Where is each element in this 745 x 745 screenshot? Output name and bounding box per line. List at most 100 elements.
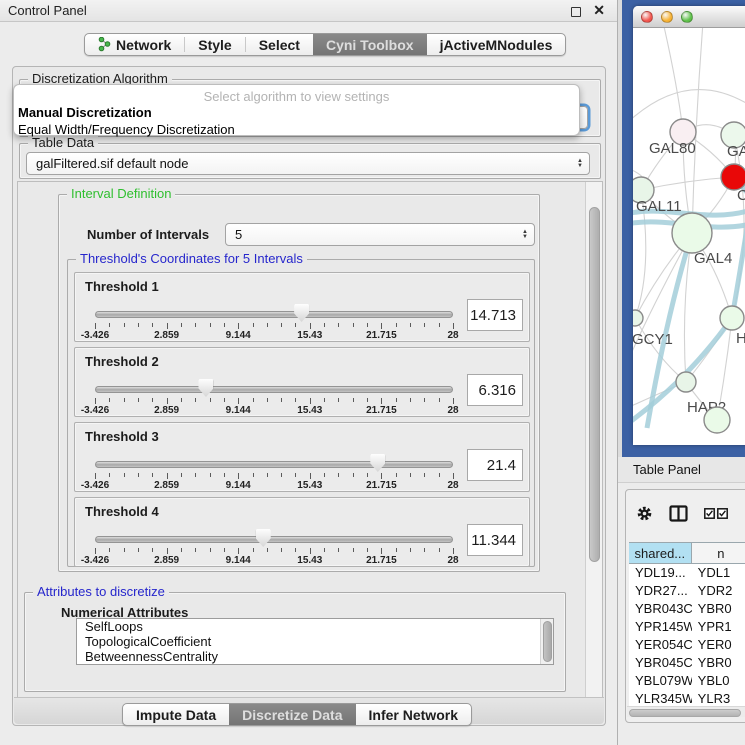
table-cell[interactable]: YDL19...: [629, 564, 692, 582]
slider-tick: [381, 473, 382, 479]
table-row[interactable]: YDR27...YDR2: [629, 582, 745, 600]
column-header[interactable]: n: [692, 543, 745, 563]
slider-track[interactable]: [95, 461, 453, 468]
slider-tick: [410, 548, 411, 552]
table-cell[interactable]: YLR345W: [629, 690, 692, 707]
threshold-value-field[interactable]: 14.713: [467, 299, 523, 331]
slider-thumb[interactable]: [294, 304, 309, 322]
table-cell[interactable]: YLR3: [692, 690, 745, 707]
table-cell[interactable]: YBR0: [692, 654, 745, 672]
slider-tick: [324, 323, 325, 327]
gear-icon[interactable]: [636, 505, 653, 522]
attribute-item[interactable]: TopologicalCoefficient: [77, 634, 553, 649]
table-horizontal-scrollbar[interactable]: [627, 706, 745, 717]
network-edge-thick[interactable]: [732, 228, 745, 318]
slider-tick: [253, 323, 254, 327]
table-cell[interactable]: YBL079W: [629, 672, 692, 690]
tab-cyni-toolbox[interactable]: Cyni Toolbox: [313, 34, 427, 55]
checkbox-icons[interactable]: [704, 508, 728, 519]
slider-tick: [152, 548, 153, 552]
threshold-value-field[interactable]: 21.4: [467, 449, 523, 481]
table-cell[interactable]: YBR0: [692, 600, 745, 618]
network-node[interactable]: [704, 407, 730, 433]
table-data-combobox[interactable]: galFiltered.sif default node ▲▼: [26, 152, 590, 175]
settings-vertical-scrollbar[interactable]: [585, 182, 602, 697]
network-edge[interactable]: [663, 28, 683, 132]
cyni-toolbox-panel: Discretization Algorithm ▲▼ Table Data g…: [12, 66, 606, 726]
tab-jactivemnodules[interactable]: jActiveMNodules: [427, 34, 566, 55]
tab-network[interactable]: Network: [85, 34, 184, 55]
tab-select[interactable]: Select: [246, 34, 313, 55]
table-row[interactable]: YBL079WYBL0: [629, 672, 745, 690]
tab-style[interactable]: Style: [185, 34, 244, 55]
slider-thumb[interactable]: [370, 454, 385, 472]
tab-discretize-data[interactable]: Discretize Data: [229, 704, 355, 725]
network-edge[interactable]: [641, 177, 734, 190]
tab-impute-data[interactable]: Impute Data: [123, 704, 229, 725]
network-node[interactable]: [676, 372, 696, 392]
close-icon[interactable]: ✕: [593, 2, 605, 19]
slider-tick-label: 21.715: [366, 480, 397, 491]
scrollbar-thumb[interactable]: [589, 207, 600, 562]
slider-track[interactable]: [95, 536, 453, 543]
network-desktop: GAL80GACGAL11GAL4GCY1HHAP2: [622, 0, 745, 457]
table-cell[interactable]: YER054C: [629, 636, 692, 654]
tab-infer-network[interactable]: Infer Network: [356, 704, 471, 725]
slider-tick: [181, 548, 182, 552]
slider-thumb[interactable]: [256, 529, 271, 547]
slider-tick: [367, 548, 368, 552]
attributes-list-scrollbar[interactable]: [540, 619, 553, 664]
checked-box-icon[interactable]: [704, 508, 715, 519]
tab-label: Infer Network: [369, 707, 458, 723]
table-cell[interactable]: YPR1: [692, 618, 745, 636]
numerical-attributes-list[interactable]: SelfLoopsTopologicalCoefficientBetweenne…: [76, 618, 554, 665]
table-row[interactable]: YDL19...YDL1: [629, 564, 745, 582]
slider-tick: [138, 473, 139, 477]
attribute-item[interactable]: BetweennessCentrality: [77, 649, 553, 664]
table-cell[interactable]: YDL1: [692, 564, 745, 582]
table-row[interactable]: YBR043CYBR0: [629, 600, 745, 618]
network-edge[interactable]: [633, 90, 745, 123]
slider-tick-label: -3.426: [81, 555, 109, 566]
algorithm-option[interactable]: Manual Discretization: [14, 104, 579, 121]
scrollbar-thumb[interactable]: [543, 621, 552, 662]
table-cell[interactable]: YBR045C: [629, 654, 692, 672]
table-cell[interactable]: YBR043C: [629, 600, 692, 618]
slider-tick: [224, 398, 225, 402]
network-node[interactable]: [672, 213, 712, 253]
network-canvas[interactable]: GAL80GACGAL11GAL4GCY1HHAP2: [633, 28, 745, 445]
slider-track[interactable]: [95, 311, 453, 318]
network-node[interactable]: [633, 310, 643, 326]
table-row[interactable]: YPR145WYPR1: [629, 618, 745, 636]
slider-tick: [324, 548, 325, 552]
threshold-value-field[interactable]: 11.344: [467, 524, 523, 556]
scrollbar-thumb[interactable]: [629, 709, 741, 717]
threshold-value-field[interactable]: 6.316: [467, 374, 523, 406]
split-panel-icon[interactable]: [669, 504, 688, 523]
slider-track[interactable]: [95, 386, 453, 393]
table-row[interactable]: YBR045CYBR0: [629, 654, 745, 672]
number-of-intervals-combobox[interactable]: 5 ▲▼: [225, 223, 535, 246]
table-cell[interactable]: YBL0: [692, 672, 745, 690]
zoom-traffic-light[interactable]: [681, 11, 693, 23]
table-cell[interactable]: YER0: [692, 636, 745, 654]
network-node[interactable]: [720, 306, 744, 330]
tab-label: Network: [116, 37, 171, 53]
slider-tick: [124, 398, 125, 402]
table-cell[interactable]: YDR27...: [629, 582, 692, 600]
slider-thumb[interactable]: [198, 379, 213, 397]
table-row[interactable]: YLR345WYLR3: [629, 690, 745, 707]
table-row[interactable]: YER054CYER0: [629, 636, 745, 654]
column-header[interactable]: shared...: [629, 543, 692, 563]
stepper-arrows-icon[interactable]: ▲▼: [522, 230, 528, 240]
table-cell[interactable]: YDR2: [692, 582, 745, 600]
attribute-item[interactable]: SelfLoops: [77, 619, 553, 634]
close-traffic-light[interactable]: [641, 11, 653, 23]
algorithm-option[interactable]: Equal Width/Frequency Discretization: [14, 121, 579, 138]
minimize-traffic-light[interactable]: [661, 11, 673, 23]
float-window-icon[interactable]: [571, 7, 581, 17]
stepper-arrows-icon[interactable]: ▲▼: [577, 159, 583, 169]
checked-box-icon[interactable]: [717, 508, 728, 519]
slider-tick-label: 2.859: [154, 480, 179, 491]
table-cell[interactable]: YPR145W: [629, 618, 692, 636]
